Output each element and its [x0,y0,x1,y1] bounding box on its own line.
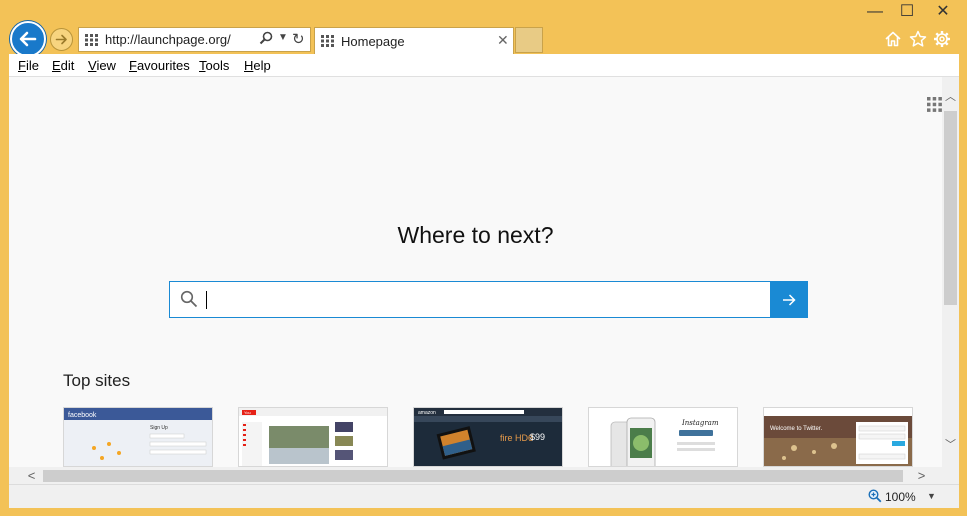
instagram-thumbnail: Instagram [589,408,737,466]
page-content: Where to next? Top sites facebook Sign U… [9,77,942,467]
top-site-instagram[interactable]: Instagram [588,407,738,467]
scroll-right-icon[interactable]: > [913,467,930,484]
svg-text:Welcome to Twitter.: Welcome to Twitter. [770,426,822,432]
address-search-icon[interactable] [259,31,273,48]
refresh-icon[interactable]: ↻ [292,30,305,48]
address-bar[interactable]: http://launchpage.org/ ▼ ↻ [78,27,311,52]
menu-bar: File Edit View Favourites Tools Help [9,54,959,77]
svg-text:Instagram: Instagram [681,419,719,427]
page-headline: Where to next? [397,222,554,248]
gear-icon[interactable] [933,30,951,53]
browser-window: — ☐ ✕ http://launchpage.org/ ▼ ↻ Homepag… [0,0,967,516]
forward-button[interactable] [50,28,73,51]
scrollbar-corner [942,467,959,484]
menu-help[interactable]: Help [244,58,271,73]
text-cursor [206,291,207,309]
svg-text:facebook: facebook [68,412,97,419]
top-site-facebook[interactable]: facebook Sign Up [63,407,213,467]
back-arrow-icon [19,31,37,47]
menu-view[interactable]: View [88,58,116,73]
minimize-button[interactable]: — [862,0,888,24]
apps-grid-icon[interactable] [927,97,942,112]
horizontal-scroll-thumb[interactable] [43,470,903,482]
menu-favourites[interactable]: Favourites [129,58,190,73]
top-site-amazon[interactable]: amazon fire HD6 $99 [413,407,563,467]
scroll-up-icon[interactable]: ︿ [942,89,959,106]
search-input[interactable] [214,288,764,312]
new-tab-button[interactable] [515,27,543,53]
back-button[interactable] [10,21,46,57]
svg-text:amazon: amazon [418,410,436,416]
search-icon [180,290,198,308]
svg-text:Sign Up: Sign Up [150,425,168,431]
zoom-icon[interactable] [868,489,882,503]
home-icon[interactable] [884,30,902,53]
menu-tools[interactable]: Tools [199,58,229,73]
top-site-twitter[interactable]: Welcome to Twitter. [763,407,913,467]
svg-text:$99: $99 [530,432,545,442]
zoom-level[interactable]: 100% [885,490,916,504]
close-window-button[interactable]: ✕ [926,0,960,24]
tab-grid-icon [321,35,334,47]
address-dropdown-icon[interactable]: ▼ [278,32,288,43]
status-bar: 100% ▼ [9,484,959,508]
tab-homepage[interactable]: Homepage ✕ [314,27,514,54]
horizontal-scrollbar[interactable]: < > [9,467,942,484]
menu-edit[interactable]: Edit [52,58,74,73]
svg-text:fire HD6: fire HD6 [500,433,533,443]
forward-arrow-icon [55,34,67,45]
top-site-youtube[interactable]: You [238,407,388,467]
vertical-scroll-thumb[interactable] [944,111,957,305]
tab-title: Homepage [341,34,405,49]
scroll-down-icon[interactable]: ﹀ [942,437,959,454]
amazon-thumbnail: amazon fire HD6 $99 [414,408,562,466]
maximize-button[interactable]: ☐ [894,0,920,24]
menu-file[interactable]: File [18,58,39,73]
scroll-left-icon[interactable]: < [23,467,40,484]
arrow-right-icon [783,293,796,306]
site-grid-icon [85,34,98,46]
top-sites-heading: Top sites [63,371,131,390]
search-box[interactable] [169,281,808,318]
svg-text:You: You [244,410,251,415]
address-url[interactable]: http://launchpage.org/ [105,32,231,47]
youtube-thumbnail: You [239,408,387,466]
close-tab-icon[interactable]: ✕ [497,32,509,49]
twitter-thumbnail: Welcome to Twitter. [764,408,912,466]
zoom-dropdown-icon[interactable]: ▼ [927,491,936,501]
facebook-thumbnail: facebook Sign Up [64,408,212,466]
search-submit-button[interactable] [770,281,808,318]
vertical-scrollbar[interactable]: ︿ ﹀ [942,77,959,467]
favourites-star-icon[interactable] [909,30,927,53]
